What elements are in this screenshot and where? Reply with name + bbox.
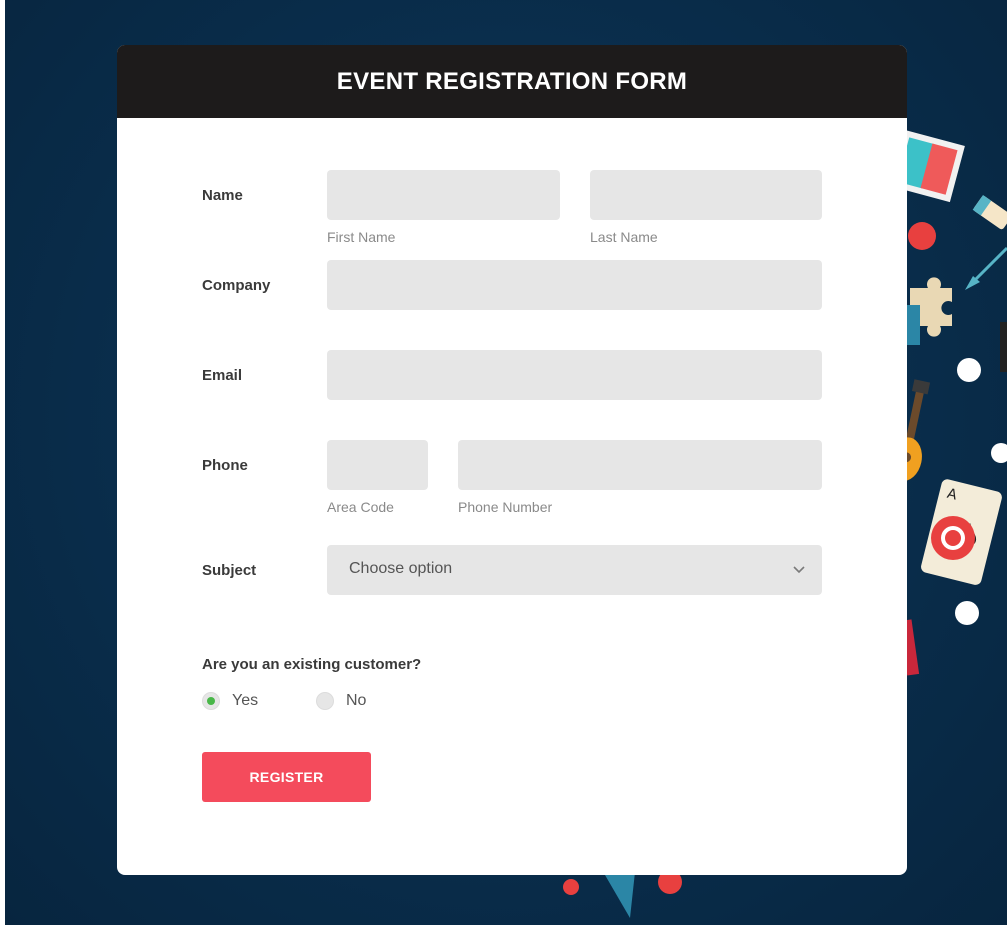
phone-number-input[interactable]: [458, 440, 822, 490]
radio-no-label[interactable]: No: [346, 692, 366, 710]
radio-yes[interactable]: [202, 692, 220, 710]
existing-customer-question: Are you an existing customer?: [202, 656, 422, 673]
subject-select[interactable]: Choose option: [327, 545, 822, 595]
radio-selected-icon: [207, 697, 215, 705]
email-input[interactable]: [327, 350, 822, 400]
last-name-hint: Last Name: [590, 229, 658, 245]
name-label: Name: [202, 187, 243, 204]
company-input[interactable]: [327, 260, 822, 310]
chevron-down-icon: [793, 566, 805, 574]
register-button[interactable]: REGISTER: [202, 752, 371, 802]
subject-selected-value: Choose option: [349, 560, 453, 577]
radio-yes-label[interactable]: Yes: [232, 692, 258, 710]
email-label: Email: [202, 367, 243, 384]
form-title: EVENT REGISTRATION FORM: [117, 45, 907, 118]
company-label: Company: [202, 277, 271, 294]
phone-label: Phone: [202, 457, 248, 474]
area-code-hint: Area Code: [327, 499, 394, 515]
registration-card: EVENT REGISTRATION FORM Name First Name …: [117, 45, 907, 875]
area-code-input[interactable]: [327, 440, 428, 490]
first-name-hint: First Name: [327, 229, 396, 245]
phone-number-hint: Phone Number: [458, 499, 553, 515]
first-name-input[interactable]: [327, 170, 560, 220]
last-name-input[interactable]: [590, 170, 822, 220]
radio-no[interactable]: [316, 692, 334, 710]
subject-label: Subject: [202, 562, 257, 579]
